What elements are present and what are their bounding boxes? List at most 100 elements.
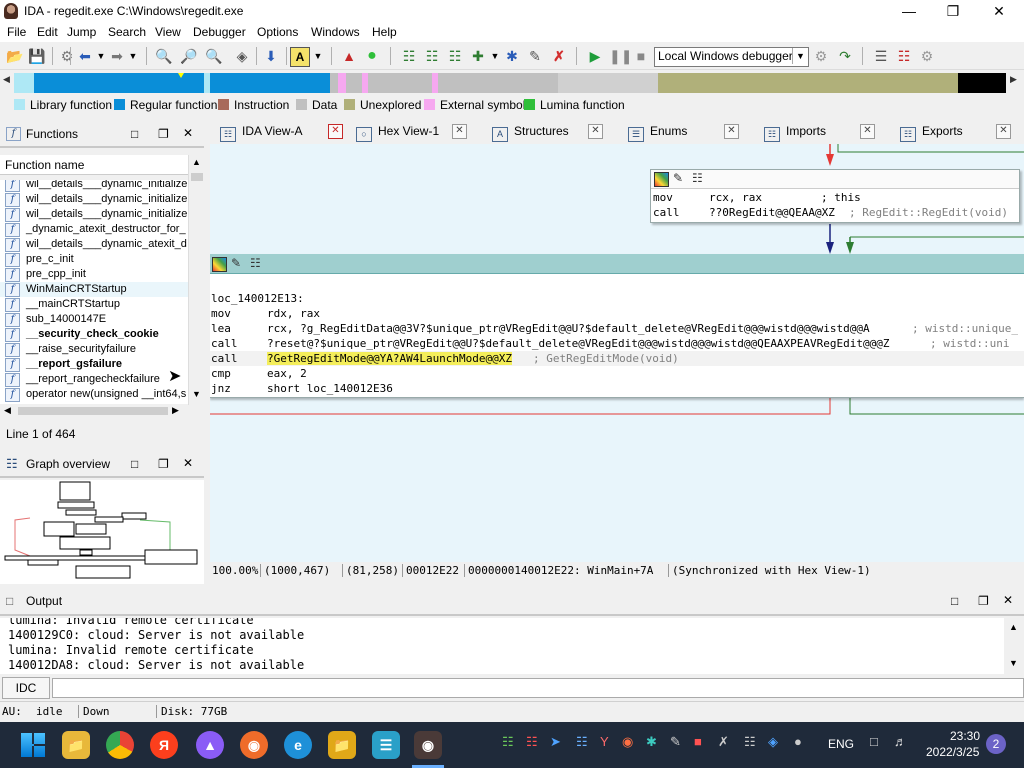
close-tab-icon[interactable]: ✕ [996,124,1011,139]
tray-app-icon[interactable]: ☷ [502,734,514,750]
list-item[interactable]: f pre_cpp_init [0,267,188,282]
search-binary-icon[interactable]: 🔎 [180,47,198,65]
close-tab-icon[interactable]: ✕ [860,124,875,139]
code-label[interactable]: loc_140012E13: [211,292,304,305]
notification-badge[interactable]: 2 [986,734,1006,754]
jump-down-arrow-icon[interactable]: ⬇ [262,47,280,65]
navigation-strip[interactable] [14,73,1006,93]
attach-process-icon[interactable]: ⚙ [812,47,830,65]
folder-icon[interactable]: 📁 [328,731,356,759]
list-item[interactable]: f __report_rangecheckfailure [0,372,188,387]
tray-app-icon[interactable]: ☷ [576,734,588,750]
maximize-pane-icon[interactable]: □ [131,457,138,471]
ida-taskbar-icon[interactable]: ◉ [414,731,442,759]
list-item[interactable]: f wil__details___dynamic_atexit_d [0,237,188,252]
search-text-icon[interactable]: 🔍 [155,47,173,65]
tray-app-icon[interactable]: ✱ [646,734,657,750]
scroll-right-icon[interactable]: ▶ [172,405,179,416]
volume-icon[interactable]: ♬ [894,734,907,749]
graph-block-icon[interactable]: ☷ [250,256,261,270]
maximize-button[interactable]: ❐ [930,0,976,22]
file-explorer-icon[interactable]: 📁 [62,731,90,759]
list-item[interactable]: f operator new(unsigned __int64,s [0,387,188,402]
tray-app-icon[interactable]: ☷ [526,734,538,750]
open-folder-icon[interactable]: 📂 [6,47,24,65]
graph-overview-canvas[interactable] [0,480,204,584]
tray-app-icon[interactable]: ✗ [718,734,729,750]
scroll-up-icon[interactable]: ▲ [192,157,201,167]
tray-yandex-icon[interactable]: Y [600,734,609,749]
menu-windows[interactable]: Windows [311,25,360,39]
microphone-icon[interactable]: ● [794,734,802,749]
add-member-icon[interactable]: ☷ [446,47,464,65]
menu-search[interactable]: Search [108,25,146,39]
close-pane-icon[interactable]: ✕ [1003,593,1013,607]
tray-app-icon[interactable]: ◉ [622,734,633,750]
scroll-down-icon[interactable]: ▼ [192,389,201,399]
scroll-thumb[interactable] [18,407,168,415]
close-tab-icon[interactable]: ✕ [588,124,603,139]
close-tab-icon[interactable]: ✕ [724,124,739,139]
search-next-icon[interactable]: 🔍 [205,47,223,65]
float-pane-icon[interactable]: ❐ [158,127,169,141]
color-block-icon[interactable] [212,257,227,272]
add-struct-icon[interactable]: ☷ [423,47,441,65]
highlighted-symbol[interactable]: ?GetRegEditMode@@YA?AW4LaunchMode@@XZ [267,352,513,365]
idc-language-button[interactable]: IDC [2,677,50,699]
minimize-button[interactable]: — [886,0,932,22]
tray-app-icon[interactable]: ✎ [670,734,681,750]
close-tab-icon[interactable]: ✕ [328,124,343,139]
list-item[interactable]: f __raise_securityfailure [0,342,188,357]
list-item[interactable]: f wil__details___dynamic_initializer [0,180,188,192]
scroll-up-icon[interactable]: ▲ [1009,622,1018,632]
browser-shield-icon[interactable]: ◉ [240,731,268,759]
tray-app-icon[interactable]: ☷ [744,734,756,750]
segment-icon[interactable]: ▲ [340,47,358,65]
chevron-down-icon[interactable]: ▼ [792,48,808,64]
edit-block-icon[interactable]: ✎ [231,256,241,270]
input-language[interactable]: ENG [828,737,854,751]
chevron-down-icon[interactable]: ▼ [124,47,142,65]
tab-ida-view-a[interactable]: ☷ IDA View-A ✕ [220,118,346,144]
output-scrollbar[interactable]: ▲ ▼ [1004,618,1024,674]
close-tab-icon[interactable]: ✕ [452,124,467,139]
edit-icon[interactable]: ✎ [526,47,544,65]
tab-structures[interactable]: A Structures ✕ [492,118,604,144]
menu-file[interactable]: File [7,25,26,39]
cross-reference-icon[interactable]: ✱ [503,47,521,65]
list-item[interactable]: f wil__details___dynamic_initializer [0,192,188,207]
menu-debugger[interactable]: Debugger [193,25,246,39]
command-input[interactable] [52,678,1024,698]
tab-hex-view-1[interactable]: ○ Hex View-1 ✕ [356,118,480,144]
close-pane-icon[interactable]: ✕ [183,126,193,140]
scroll-thumb[interactable] [191,173,203,181]
run-play-icon[interactable]: ▶ [586,47,604,65]
list-item[interactable]: f __report_gsfailure [0,357,188,372]
function-name-column-header[interactable]: Function name [0,155,188,175]
list-item[interactable]: f __security_check_cookie [0,327,188,342]
list-item[interactable]: f sub_14000147E [0,312,188,327]
create-function-icon[interactable]: ☷ [400,47,418,65]
graph-view[interactable]: ✎ ☷ mov rcx, rax ; this call ??0RegEdit@… [210,144,1024,562]
save-icon[interactable]: 💾 [28,47,46,65]
edge-icon[interactable]: e [284,731,312,759]
tab-enums[interactable]: ☰ Enums ✕ [628,118,740,144]
tab-exports[interactable]: ☷ Exports ✕ [900,118,1024,144]
messenger-icon[interactable]: ▲ [196,731,224,759]
list-item[interactable]: f _dynamic_atexit_destructor_for_ [0,222,188,237]
stop-icon[interactable]: ■ [632,47,650,65]
code-block-main[interactable]: ✎ ☷ loc_140012E13: mov rdx, rax lea rcx,… [210,254,1024,398]
menu-jump[interactable]: Jump [67,25,96,39]
close-button[interactable]: ✕ [976,0,1022,22]
scroll-down-icon[interactable]: ▼ [1009,658,1018,668]
green-circle-icon[interactable]: ● [363,47,381,65]
scroll-left-icon[interactable]: ◀ [4,405,11,416]
navigation-band[interactable]: ◀ ▶ [0,70,1024,95]
yandex-browser-icon[interactable]: Я [150,731,178,759]
step-icon[interactable]: ↷ [836,47,854,65]
color-block-icon[interactable] [654,172,669,187]
chrome-icon[interactable] [106,731,134,759]
settings-icon[interactable]: ⚙ [918,47,936,65]
tray-app-icon[interactable]: ➤ [550,734,561,750]
clock-time[interactable]: 23:30 [950,729,980,743]
